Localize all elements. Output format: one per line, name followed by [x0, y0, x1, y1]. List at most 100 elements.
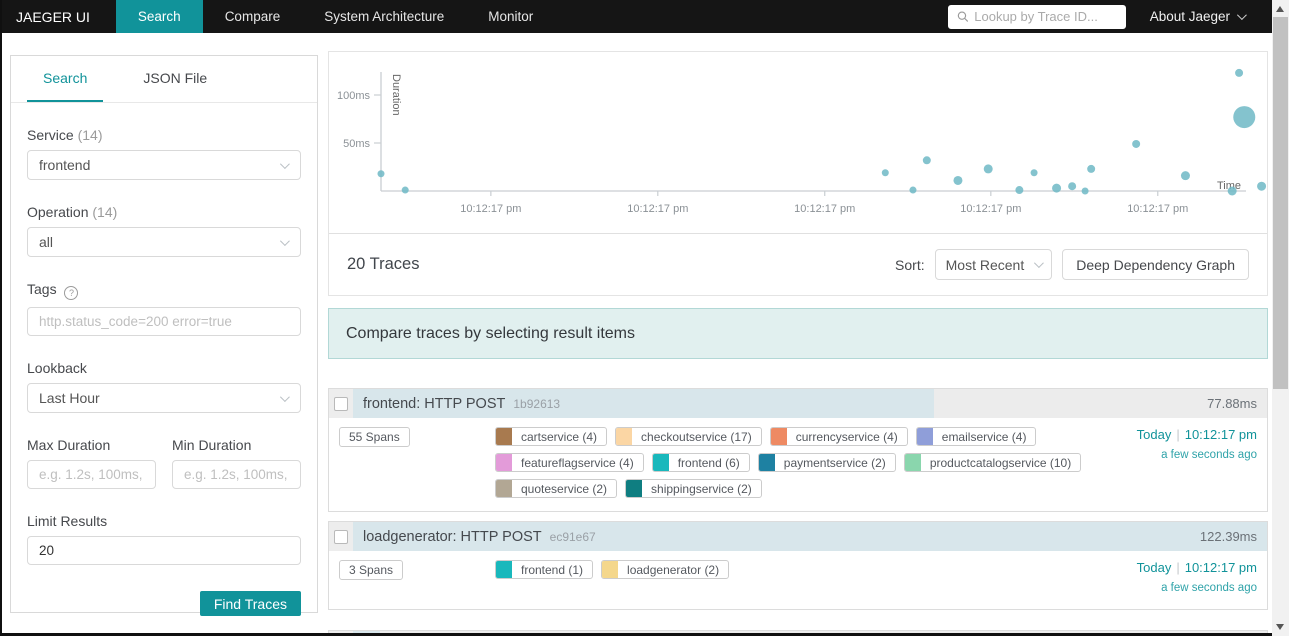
trace-date-link[interactable]: Today	[1137, 427, 1172, 442]
service-badge-quoteservice-2[interactable]: quoteservice (2)	[495, 479, 618, 498]
service-badge-shippingservice-2[interactable]: shippingservice (2)	[625, 479, 762, 498]
scrollbar-down-arrow-icon[interactable]	[1276, 624, 1284, 630]
service-field: Service (14) frontend	[27, 127, 301, 180]
duration-scatter-chart: 50ms 100ms 10:12:17 pm 10:12:17 pm 10:12:17 …	[329, 52, 1267, 233]
find-traces-button[interactable]: Find Traces	[199, 591, 301, 616]
trace-body: 3 Spans frontend (1) loadgenerator (2) Toda…	[329, 551, 1267, 609]
scatter-point[interactable]	[1068, 182, 1077, 191]
service-badge-checkoutservice-17[interactable]: checkoutservice (17)	[615, 427, 762, 446]
scatter-point[interactable]	[1227, 186, 1237, 196]
about-jaeger-menu[interactable]: About Jaeger	[1150, 9, 1247, 24]
spans-cell: 55 Spans	[339, 427, 495, 447]
scatter-point[interactable]	[1132, 139, 1141, 148]
scatter-point[interactable]	[922, 156, 931, 165]
y-tick-label: 100ms	[337, 90, 371, 102]
deep-dependency-graph-button[interactable]: Deep Dependency Graph	[1062, 249, 1249, 280]
window-border-left	[0, 0, 2, 636]
vertical-scrollbar[interactable]	[1272, 0, 1289, 636]
scatter-point[interactable]	[983, 164, 993, 174]
service-select[interactable]: frontend	[27, 150, 301, 180]
trace-time-link[interactable]: 10:12:17 pm	[1185, 427, 1257, 442]
service-badge-label: checkoutservice (17)	[641, 429, 752, 444]
service-color-swatch	[770, 428, 787, 445]
nav-item-compare[interactable]: Compare	[203, 0, 303, 33]
trace-header[interactable]: loadgenerator: HTTP POST ec91e67 122.39ms	[329, 522, 1267, 551]
nav-item-search[interactable]: Search	[115, 0, 203, 33]
service-color-swatch	[626, 480, 643, 497]
trace-id: ec91e67	[549, 529, 596, 544]
scatter-point[interactable]	[1180, 171, 1190, 181]
max-duration-input[interactable]	[27, 460, 156, 489]
trace-checkbox[interactable]	[334, 529, 348, 544]
tags-input[interactable]	[27, 307, 301, 336]
y-tick-label: 50ms	[343, 138, 370, 150]
scatter-point[interactable]	[377, 170, 385, 178]
service-badge-label: shippingservice (2)	[651, 481, 752, 496]
service-color-swatch	[916, 428, 933, 445]
scatter-point[interactable]	[1087, 164, 1096, 173]
trace-checkbox[interactable]	[334, 396, 348, 411]
scatter-point[interactable]	[1081, 187, 1089, 195]
service-badge-label: frontend (6)	[677, 455, 740, 470]
sort-select[interactable]: Most Recent	[934, 249, 1053, 280]
operation-select[interactable]: all	[27, 227, 301, 257]
service-badge-loadgenerator-2[interactable]: loadgenerator (2)	[601, 560, 730, 579]
scrollbar-thumb[interactable]	[1273, 17, 1288, 389]
service-badge-cartservice-4[interactable]: cartservice (4)	[495, 427, 608, 446]
sort-label: Sort:	[895, 256, 925, 273]
scatter-point[interactable]	[1030, 169, 1038, 177]
service-badge-featureflagservice-4[interactable]: featureflagservice (4)	[495, 453, 644, 472]
nav-item-monitor[interactable]: Monitor	[466, 0, 555, 33]
scatter-point[interactable]	[953, 175, 963, 185]
scatter-point[interactable]	[1015, 186, 1024, 195]
service-badge-emailservice-4[interactable]: emailservice (4)	[915, 427, 1037, 446]
spans-cell: 3 Spans	[339, 560, 495, 580]
min-duration-input[interactable]	[172, 460, 301, 489]
service-badge-paymentservice-2[interactable]: paymentservice (2)	[757, 453, 896, 472]
service-select-value: frontend	[39, 157, 91, 173]
service-badge-label: loadgenerator (2)	[627, 562, 720, 577]
trace-result-card: loadgenerator: HTTP POST ec91e67 122.39ms 3…	[328, 521, 1268, 610]
scatter-point[interactable]	[1257, 181, 1267, 191]
x-tick-label: 10:12:17 pm	[1127, 203, 1188, 215]
nav-items: Search Compare System Architecture Monitor	[115, 0, 555, 33]
search-sidebar: Search JSON File Service (14) frontend Op…	[10, 55, 318, 616]
scrollbar-up-arrow-icon[interactable]	[1276, 6, 1284, 12]
service-badge-frontend-1[interactable]: frontend (1)	[495, 560, 594, 579]
scatter-point[interactable]	[1052, 183, 1062, 193]
service-badge-label: currencyservice (4)	[795, 429, 898, 444]
trace-time-link[interactable]: 10:12:17 pm	[1185, 560, 1257, 575]
service-label: Service (14)	[27, 127, 103, 143]
trace-lookup-box[interactable]	[947, 4, 1126, 29]
operation-label: Operation (14)	[27, 204, 118, 220]
limit-field: Limit Results	[27, 513, 301, 565]
operation-select-value: all	[39, 234, 54, 250]
scatter-point[interactable]	[881, 169, 889, 177]
scatter-point[interactable]	[401, 186, 409, 194]
trace-ago: a few seconds ago	[1161, 582, 1257, 595]
trace-header[interactable]: frontend: HTTP POST 1b92613 77.88ms	[329, 389, 1267, 418]
scatter-point[interactable]	[1233, 106, 1256, 129]
trace-checkbox-cell	[329, 389, 353, 418]
service-color-swatch	[496, 454, 512, 471]
sidebar-tabs: Search JSON File	[11, 56, 317, 103]
app-brand: JAEGER UI	[16, 8, 90, 25]
compare-banner: Compare traces by selecting result items	[328, 308, 1268, 359]
lookback-select[interactable]: Last Hour	[27, 383, 301, 413]
scatter-point[interactable]	[1235, 68, 1244, 77]
trace-title: loadgenerator: HTTP POST ec91e67	[363, 528, 596, 545]
trace-lookup-input[interactable]	[974, 9, 1117, 24]
service-color-swatch	[602, 561, 619, 578]
search-icon	[957, 11, 968, 22]
limit-input[interactable]	[27, 536, 301, 565]
sidebar-tab-json-file[interactable]: JSON File	[127, 56, 223, 102]
service-badge-currencyservice-4[interactable]: currencyservice (4)	[769, 427, 908, 446]
trace-date-link[interactable]: Today	[1137, 560, 1172, 575]
service-badge-frontend-6[interactable]: frontend (6)	[651, 453, 750, 472]
help-icon[interactable]: ?	[64, 286, 79, 300]
service-badge-productcatalogservice-10[interactable]: productcatalogservice (10)	[903, 453, 1082, 472]
nav-item-system-architecture[interactable]: System Architecture	[302, 0, 466, 33]
scatter-point[interactable]	[909, 186, 917, 194]
sidebar-tab-search[interactable]: Search	[27, 56, 104, 102]
service-color-swatch	[496, 428, 512, 445]
